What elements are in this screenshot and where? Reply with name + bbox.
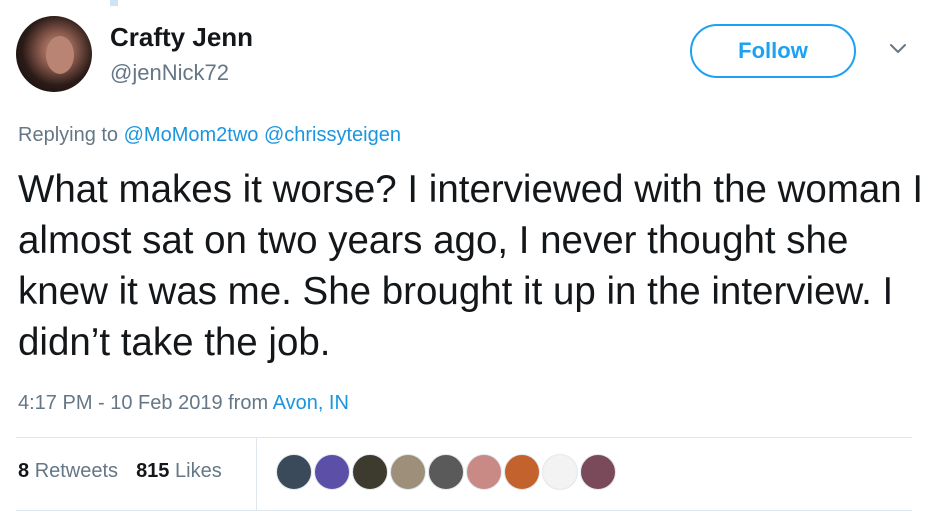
- stats-separator: [256, 437, 257, 510]
- liker-avatar[interactable]: [428, 454, 464, 490]
- mention-link[interactable]: @MoMom2two: [124, 124, 259, 146]
- chevron-down-icon[interactable]: [888, 38, 908, 58]
- liker-avatar[interactable]: [542, 454, 578, 490]
- tweet-timestamp[interactable]: 4:17 PM - 10 Feb 2019 from: [18, 392, 268, 414]
- liker-avatar[interactable]: [314, 454, 350, 490]
- mention-link[interactable]: @chrissyteigen: [264, 124, 401, 146]
- retweets-count: 8: [18, 460, 30, 482]
- retweets-stat[interactable]: 8 Retweets: [18, 460, 118, 483]
- divider: [16, 510, 912, 511]
- likes-label: Likes: [175, 460, 222, 482]
- liker-avatar[interactable]: [390, 454, 426, 490]
- likes-count: 815: [136, 460, 170, 482]
- display-name[interactable]: Crafty Jenn: [110, 22, 253, 53]
- tweet-text: What makes it worse? I interviewed with …: [18, 168, 924, 364]
- top-edge-mark: [110, 0, 118, 6]
- liker-avatar[interactable]: [352, 454, 388, 490]
- tweet-stats: 8 Retweets 815 Likes: [18, 460, 222, 483]
- tweet-card: Crafty Jenn @jenNick72 Follow Replying t…: [0, 0, 948, 512]
- liker-avatar[interactable]: [466, 454, 502, 490]
- liker-avatars: [276, 454, 616, 490]
- retweets-label: Retweets: [34, 460, 119, 482]
- liker-avatar[interactable]: [580, 454, 616, 490]
- tweet-meta: 4:17 PM - 10 Feb 2019 from Avon, IN: [18, 392, 349, 415]
- liker-avatar[interactable]: [276, 454, 312, 490]
- likes-stat[interactable]: 815 Likes: [136, 460, 222, 483]
- avatar-face: [46, 36, 74, 74]
- user-handle[interactable]: @jenNick72: [110, 60, 229, 86]
- user-avatar[interactable]: [16, 16, 92, 92]
- divider: [16, 437, 912, 438]
- replying-to: Replying to @MoMom2two @chrissyteigen: [18, 124, 401, 147]
- liker-avatar[interactable]: [504, 454, 540, 490]
- replying-prefix: Replying to: [18, 124, 119, 146]
- follow-button[interactable]: Follow: [690, 24, 856, 78]
- location-link[interactable]: Avon, IN: [273, 392, 349, 414]
